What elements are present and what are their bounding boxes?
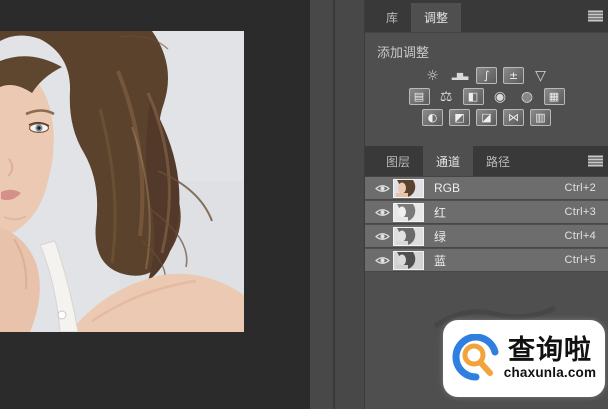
magnifier-logo-icon xyxy=(452,333,499,380)
channel-row-rgb[interactable]: RGB Ctrl+2 xyxy=(365,177,608,200)
gradient-map-icon[interactable]: ⋈ xyxy=(503,109,524,126)
adjustments-panel-body: 添加调整 ☼ ▂▆▃ ∫ ± ▽ ▤ ⚖ ◧ ◉ ◍ ▦ ◐ ◩ ◪ ⋈ ▥ xyxy=(365,33,608,145)
invert-icon[interactable]: ◐ xyxy=(422,109,443,126)
site-watermark: 查询啦 chaxunla.com xyxy=(443,320,605,397)
channel-name: RGB xyxy=(434,181,461,195)
posterize-icon[interactable]: ◩ xyxy=(449,109,470,126)
tab-channels[interactable]: 通道 xyxy=(423,146,474,176)
color-balance-icon[interactable]: ⚖ xyxy=(436,88,457,105)
visibility-eye-icon[interactable] xyxy=(371,183,393,194)
adjustment-icon-row-2: ▤ ⚖ ◧ ◉ ◍ ▦ xyxy=(365,88,608,105)
channel-row-blue[interactable]: 蓝 Ctrl+5 xyxy=(365,249,608,272)
workspace-gutter xyxy=(310,0,364,409)
channel-thumbnail xyxy=(393,178,424,198)
hue-saturation-icon[interactable]: ▤ xyxy=(408,88,430,105)
tab-layers[interactable]: 图层 xyxy=(373,146,423,176)
adjustments-panel-group: 库 调整 添加调整 ☼ ▂▆▃ ∫ ± ▽ ▤ ⚖ ◧ ◉ ◍ ▦ ◐ ◩ ◪ … xyxy=(365,0,608,145)
brightness-contrast-icon[interactable]: ☼ xyxy=(422,67,443,84)
channel-shortcut: Ctrl+5 xyxy=(564,254,596,266)
portrait-photo xyxy=(0,31,244,332)
panel-menu-icon[interactable] xyxy=(588,10,603,22)
channel-shortcut: Ctrl+2 xyxy=(564,182,596,194)
channels-tabbar: 图层 通道 路径 xyxy=(365,146,608,177)
watermark-title: 查询啦 xyxy=(508,335,592,365)
selective-color-icon[interactable]: ▥ xyxy=(530,109,551,126)
channel-name: 红 xyxy=(434,205,447,220)
threshold-icon[interactable]: ◪ xyxy=(476,109,497,126)
black-white-icon[interactable]: ◧ xyxy=(462,88,484,105)
channel-name: 蓝 xyxy=(434,253,447,268)
adjustments-tabbar: 库 调整 xyxy=(365,0,608,33)
photo-filter-icon[interactable]: ◉ xyxy=(490,88,511,105)
tab-paths[interactable]: 路径 xyxy=(473,146,523,176)
watermark-domain: chaxunla.com xyxy=(503,365,597,380)
channel-shortcut: Ctrl+4 xyxy=(564,230,596,242)
adjustment-icon-row-3: ◐ ◩ ◪ ⋈ ▥ xyxy=(365,109,608,126)
channel-thumbnail xyxy=(393,202,424,222)
color-lookup-icon[interactable]: ▦ xyxy=(543,88,565,105)
channel-row-green[interactable]: 绿 Ctrl+4 xyxy=(365,225,608,248)
window-edge-divider xyxy=(333,0,335,409)
visibility-eye-icon[interactable] xyxy=(371,231,393,242)
channel-thumbnail xyxy=(393,226,424,246)
visibility-eye-icon[interactable] xyxy=(371,207,393,218)
visibility-eye-icon[interactable] xyxy=(371,255,393,266)
curves-icon[interactable]: ∫ xyxy=(476,67,497,84)
channel-shortcut: Ctrl+3 xyxy=(564,206,596,218)
levels-icon[interactable]: ▂▆▃ xyxy=(449,67,470,84)
channel-row-red[interactable]: 红 Ctrl+3 xyxy=(365,201,608,224)
add-adjustment-label: 添加调整 xyxy=(377,45,430,60)
adjustment-icon-row-1: ☼ ▂▆▃ ∫ ± ▽ xyxy=(365,67,608,84)
document-canvas[interactable] xyxy=(0,31,244,332)
channel-mixer-icon[interactable]: ◍ xyxy=(517,88,538,105)
panel-menu-icon[interactable] xyxy=(588,155,603,167)
tab-libraries[interactable]: 库 xyxy=(373,3,411,32)
channel-thumbnail xyxy=(393,250,424,270)
channel-name: 绿 xyxy=(434,229,447,244)
vibrance-icon[interactable]: ▽ xyxy=(530,67,551,84)
photoshop-window: 库 调整 添加调整 ☼ ▂▆▃ ∫ ± ▽ ▤ ⚖ ◧ ◉ ◍ ▦ ◐ ◩ ◪ … xyxy=(0,0,608,409)
tab-adjustments[interactable]: 调整 xyxy=(411,3,462,32)
exposure-icon[interactable]: ± xyxy=(503,67,524,84)
